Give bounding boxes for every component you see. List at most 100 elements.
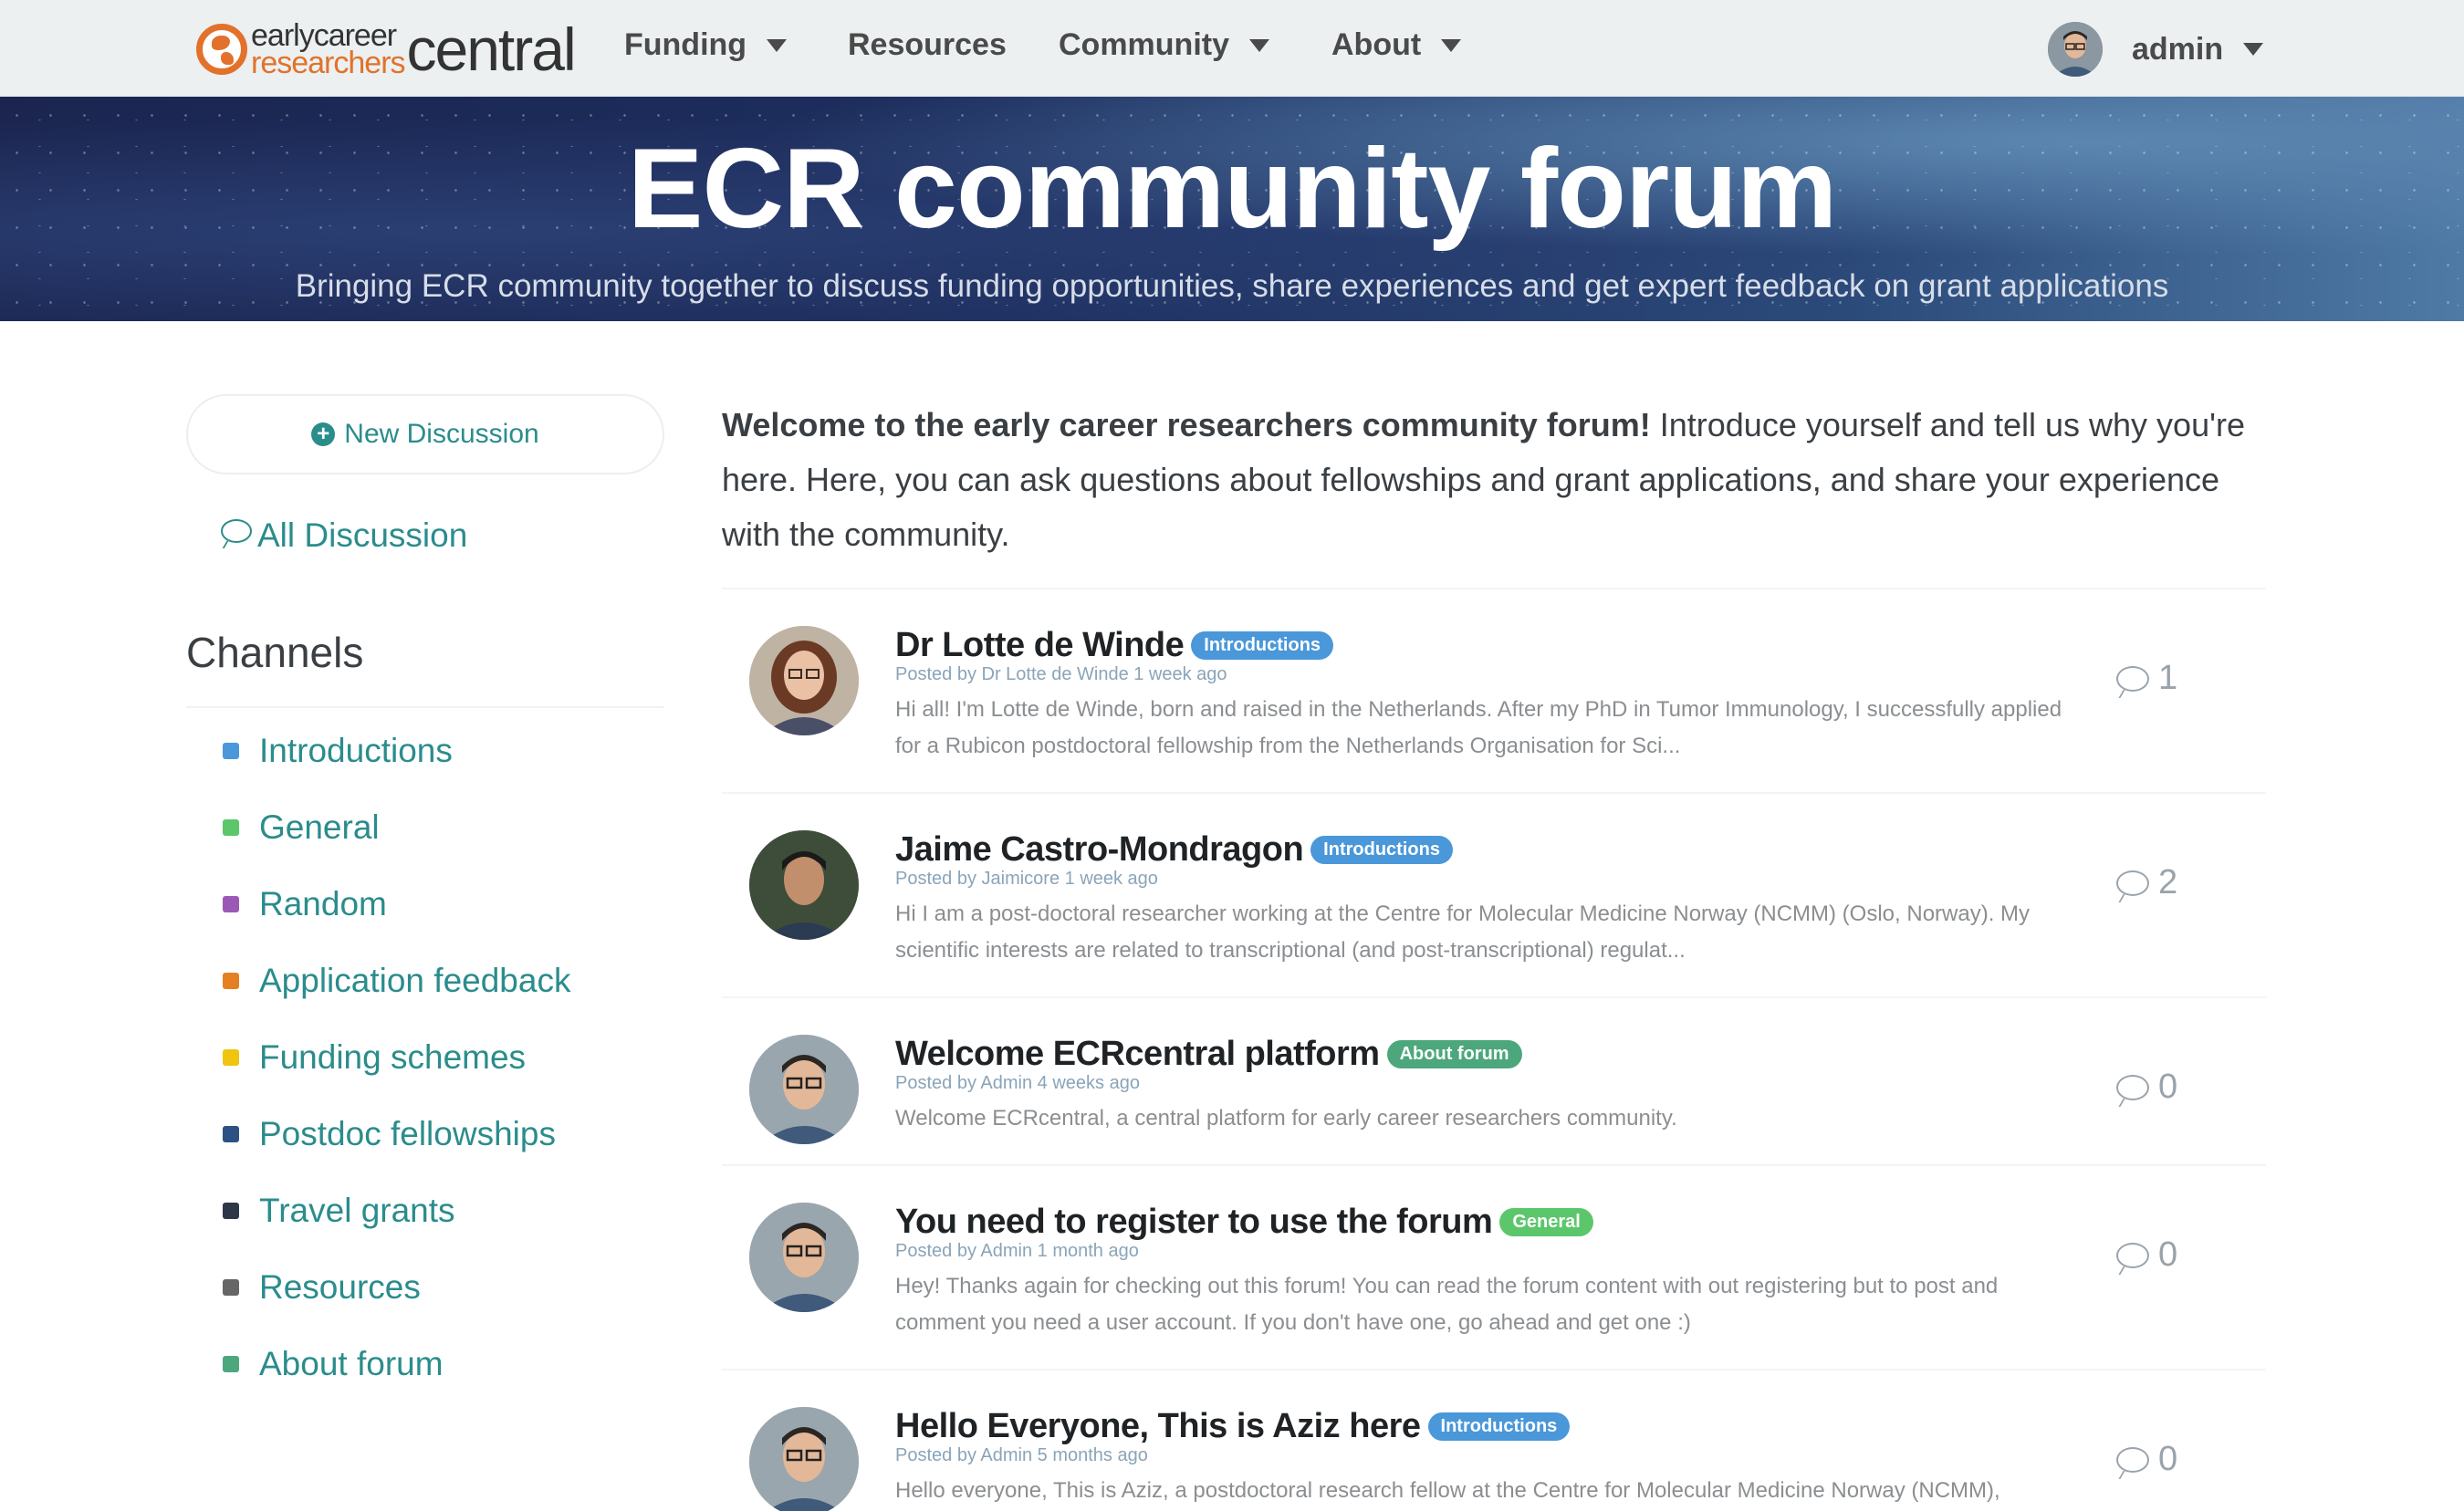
welcome-message: Welcome to the early career researchers … <box>722 398 2273 562</box>
channel-label: General <box>259 808 380 846</box>
comment-icon <box>2116 1446 2149 1473</box>
welcome-bold: Welcome to the early career researchers … <box>722 406 1651 443</box>
post-title[interactable]: Hello Everyone, This is Aziz here <box>895 1407 1421 1446</box>
post-title[interactable]: Jaime Castro-Mondragon <box>895 830 1304 870</box>
channel-color-icon <box>223 1126 239 1142</box>
nav-funding[interactable]: Funding <box>624 27 788 63</box>
post-meta: Posted by Admin 1 month ago <box>895 1241 1139 1261</box>
comment-count: 0 <box>2116 1235 2177 1275</box>
list-item[interactable]: Dr Lotte de Winde Introductions Posted b… <box>722 589 2266 794</box>
avatar <box>749 830 859 940</box>
page-subtitle: Bringing ECR community together to discu… <box>295 268 2169 304</box>
hero-banner: ECR community forum Bringing ECR communi… <box>0 97 2464 321</box>
channel-label: About forum <box>259 1345 444 1382</box>
list-item[interactable]: You need to register to use the forum Ge… <box>722 1166 2266 1370</box>
channel-color-icon <box>223 819 239 836</box>
post-excerpt: Hello everyone, This is Aziz, a postdoct… <box>895 1478 2000 1503</box>
post-meta: Posted by Jaimicore 1 week ago <box>895 869 1158 889</box>
nav-community-label: Community <box>1059 27 1229 62</box>
nav-resources[interactable]: Resources <box>848 27 1007 63</box>
post-title[interactable]: Dr Lotte de Winde <box>895 626 1185 665</box>
channel-tag[interactable]: Introductions <box>1191 631 1334 660</box>
comment-icon <box>221 519 252 543</box>
channel-about-forum[interactable]: About forum <box>223 1345 444 1383</box>
channel-color-icon <box>223 1279 239 1296</box>
list-item[interactable]: Jaime Castro-Mondragon Introductions Pos… <box>722 794 2266 998</box>
post-excerpt: Welcome ECRcentral, a central platform f… <box>895 1106 1677 1131</box>
nav-resources-label: Resources <box>848 27 1007 62</box>
channel-color-icon <box>223 1049 239 1066</box>
list-item[interactable]: Welcome ECRcentral platform About forum … <box>722 998 2266 1166</box>
comment-count: 0 <box>2116 1068 2177 1107</box>
avatar <box>749 1203 859 1312</box>
avatar <box>2048 22 2103 77</box>
comment-icon <box>2116 870 2149 896</box>
list-item[interactable]: Hello Everyone, This is Aziz here Introd… <box>722 1370 2266 1511</box>
channel-label: Application feedback <box>259 962 571 999</box>
post-excerpt: Hi I am a post-doctoral researcher worki… <box>895 901 2031 963</box>
post-title[interactable]: You need to register to use the forum <box>895 1203 1493 1242</box>
channel-label: Random <box>259 885 387 922</box>
channel-tag[interactable]: Introductions <box>1427 1412 1571 1441</box>
channel-introductions[interactable]: Introductions <box>223 732 453 770</box>
channel-resources[interactable]: Resources <box>223 1268 421 1307</box>
post-excerpt: Hi all! I'm Lotte de Winde, born and rai… <box>895 697 2062 758</box>
globe-icon <box>196 24 247 75</box>
comment-count-value: 0 <box>2158 1440 2178 1478</box>
comment-count-value: 1 <box>2158 659 2178 697</box>
channel-color-icon <box>223 896 239 912</box>
new-discussion-label: New Discussion <box>344 419 539 449</box>
channel-label: Resources <box>259 1268 421 1306</box>
nav-funding-label: Funding <box>624 27 747 62</box>
channel-color-icon <box>223 973 239 989</box>
post-title[interactable]: Welcome ECRcentral platform <box>895 1035 1380 1074</box>
plus-circle-icon: + <box>311 422 336 446</box>
channel-label: Travel grants <box>259 1192 455 1229</box>
channel-color-icon <box>223 743 239 759</box>
post-meta: Posted by Dr Lotte de Winde 1 week ago <box>895 664 1227 684</box>
post-meta: Posted by Admin 5 months ago <box>895 1445 1148 1465</box>
channel-tag[interactable]: General <box>1499 1208 1593 1236</box>
caret-down-icon <box>1441 38 1462 52</box>
channel-postdoc-fellowships[interactable]: Postdoc fellowships <box>223 1115 556 1153</box>
avatar <box>749 1407 859 1511</box>
channel-travel-grants[interactable]: Travel grants <box>223 1192 455 1230</box>
channel-color-icon <box>223 1356 239 1372</box>
divider <box>186 706 664 708</box>
comment-count: 1 <box>2116 659 2177 698</box>
avatar <box>749 626 859 735</box>
channel-random[interactable]: Random <box>223 885 387 923</box>
all-discussion-link[interactable]: All Discussion <box>221 516 467 555</box>
logo-text-central: central <box>406 16 577 83</box>
channel-label: Postdoc fellowships <box>259 1115 556 1152</box>
comment-count: 0 <box>2116 1440 2177 1479</box>
comment-count-value: 0 <box>2158 1235 2178 1274</box>
channel-tag[interactable]: Introductions <box>1310 836 1453 864</box>
channel-tag[interactable]: About forum <box>1386 1040 1522 1068</box>
all-discussion-label: All Discussion <box>257 516 468 554</box>
post-excerpt: Hey! Thanks again for checking out this … <box>895 1274 1999 1335</box>
top-navbar: earlycareer researchers central Funding … <box>0 0 2464 97</box>
comment-count-value: 2 <box>2158 863 2178 901</box>
user-menu[interactable]: admin <box>2048 22 2264 77</box>
new-discussion-button[interactable]: + New Discussion <box>186 394 664 474</box>
nav-community[interactable]: Community <box>1059 27 1269 63</box>
channel-label: Introductions <box>259 732 453 769</box>
user-name: admin <box>2132 31 2224 67</box>
channel-application-feedback[interactable]: Application feedback <box>223 962 570 1000</box>
comment-count: 2 <box>2116 863 2177 902</box>
channel-general[interactable]: General <box>223 808 380 847</box>
channel-funding-schemes[interactable]: Funding schemes <box>223 1038 526 1077</box>
avatar <box>749 1035 859 1144</box>
caret-down-icon <box>2243 43 2264 56</box>
comment-count-value: 0 <box>2158 1068 2178 1106</box>
caret-down-icon <box>1249 38 1269 52</box>
nav-about-label: About <box>1331 27 1422 62</box>
caret-down-icon <box>767 38 788 52</box>
channel-color-icon <box>223 1203 239 1219</box>
channels-heading: Channels <box>186 629 364 676</box>
comment-icon <box>2116 665 2149 692</box>
site-logo[interactable]: earlycareer researchers central <box>196 16 577 83</box>
page-title: ECR community forum <box>627 126 1837 252</box>
nav-about[interactable]: About <box>1331 27 1462 63</box>
